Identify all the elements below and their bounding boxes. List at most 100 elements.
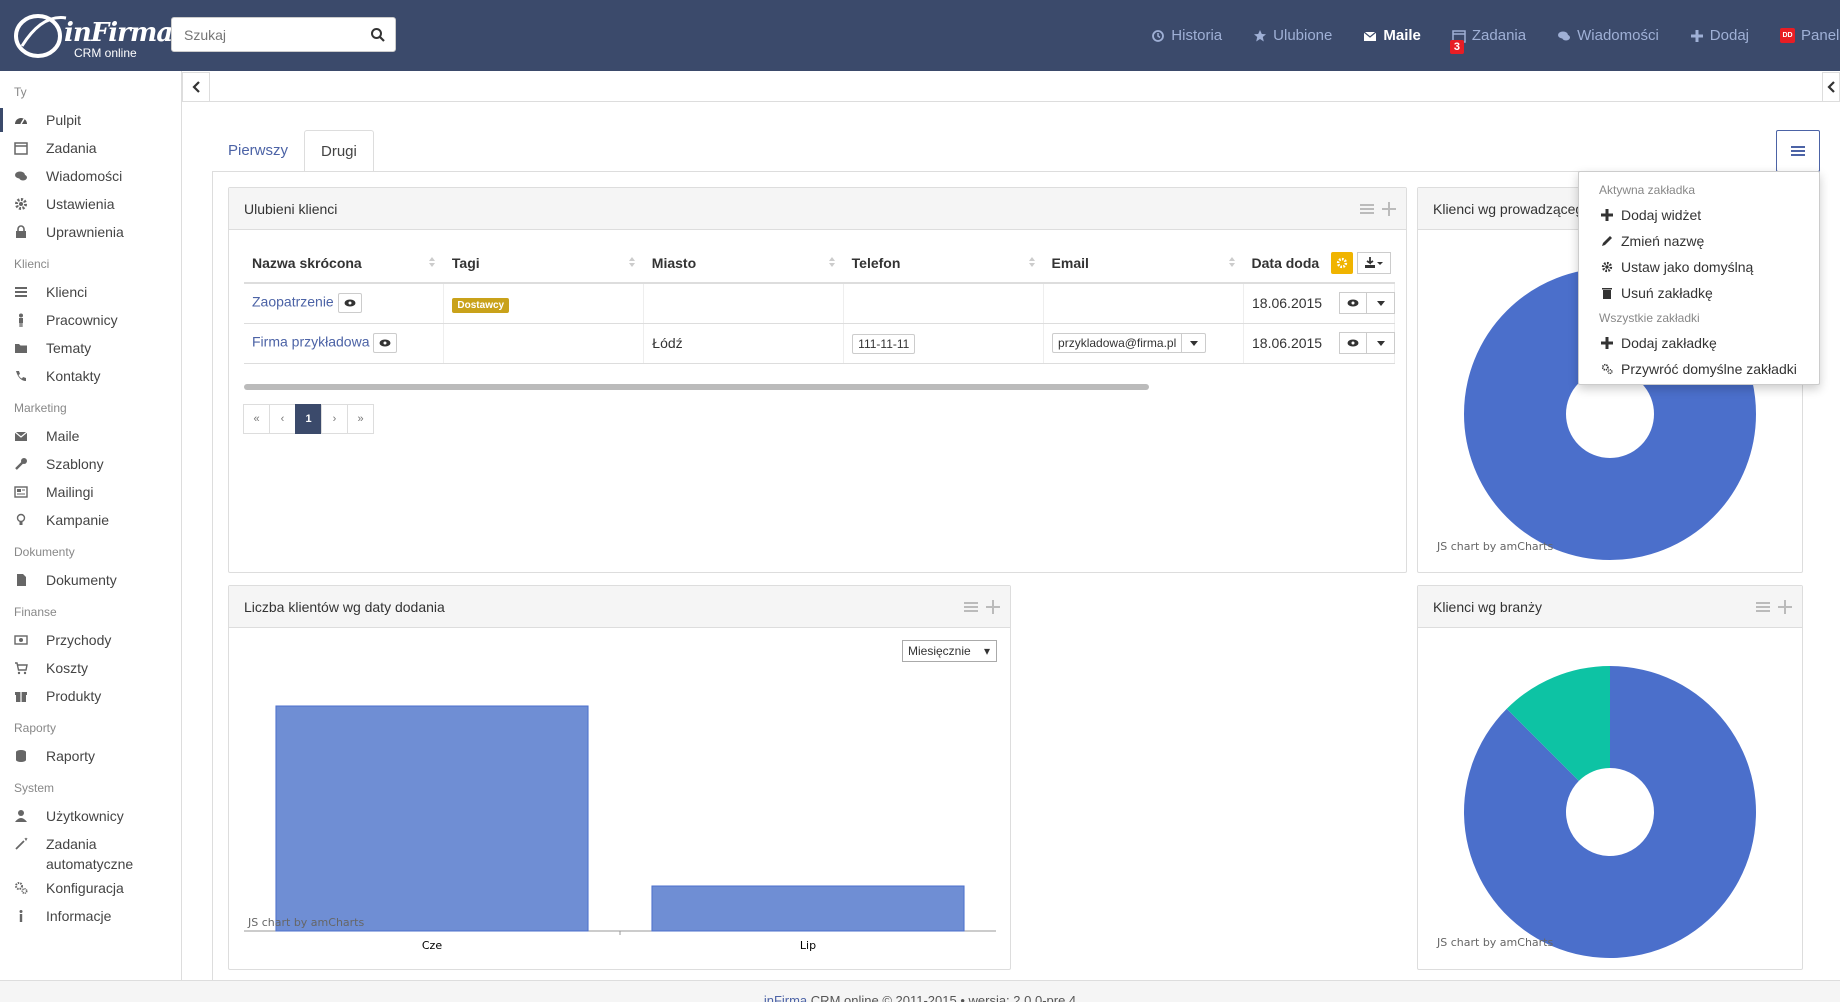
- row-menu-button[interactable]: [1367, 332, 1395, 354]
- widget-move-icon[interactable]: [1778, 600, 1792, 614]
- row-menu-button[interactable]: [1367, 292, 1395, 314]
- nav-wiadomosci[interactable]: Wiadomości: [1557, 27, 1659, 44]
- col-header[interactable]: Nazwa skrócona: [244, 243, 444, 284]
- sidebar-item-label: Produkty: [46, 688, 102, 704]
- client-link[interactable]: Firma przykładowa: [252, 334, 369, 350]
- sidebar-item-zadania[interactable]: Zadania: [0, 134, 181, 162]
- email-dropdown[interactable]: przykladowa@firma.pl: [1052, 333, 1207, 353]
- sidebar-item-ustawienia[interactable]: Ustawienia: [0, 190, 181, 218]
- tag-badge[interactable]: Dostawcy: [452, 298, 510, 314]
- pager-last[interactable]: »: [347, 404, 374, 434]
- chevron-left-icon: [1827, 81, 1835, 93]
- col-header[interactable]: Email: [1043, 243, 1244, 284]
- widget-move-icon[interactable]: [1382, 202, 1396, 216]
- sidebar-item-pracownicy[interactable]: Pracownicy: [0, 306, 181, 334]
- nav-panel[interactable]: DD Panel: [1780, 27, 1840, 44]
- comments-icon: [1558, 31, 1571, 40]
- widget-move-icon[interactable]: [986, 600, 1000, 614]
- tab-drugi[interactable]: Drugi: [304, 130, 374, 172]
- sidebar-item-label: Raporty: [46, 748, 96, 764]
- amcharts-credit[interactable]: JS chart by amCharts: [1437, 540, 1553, 553]
- phone-value[interactable]: 111-11-11: [852, 334, 916, 354]
- menu-rename[interactable]: Zmień nazwę: [1579, 228, 1819, 254]
- eye-icon: [1347, 299, 1359, 307]
- sidebar-item-uprawnienia[interactable]: Uprawnienia: [0, 218, 181, 246]
- nav-panel-label: Panel: [1801, 27, 1840, 44]
- sidebar-item-label: Maile: [46, 428, 80, 444]
- pager-first[interactable]: «: [243, 404, 270, 434]
- nav-ulubione[interactable]: Ulubione: [1253, 27, 1332, 44]
- sidebar-item-mailingi[interactable]: Mailingi: [0, 478, 181, 506]
- sidebar-item-kontakty[interactable]: Kontakty: [0, 362, 181, 390]
- sidebar-item-wiadomosci[interactable]: Wiadomości: [0, 162, 181, 190]
- menu-restore-tabs[interactable]: Przywróć domyślne zakładki: [1579, 356, 1819, 382]
- sidebar-item-konfiguracja[interactable]: Konfiguracja: [0, 874, 181, 902]
- sidebar: Ty Pulpit Zadania Wiadomości Ustawienia …: [0, 71, 182, 980]
- export-button[interactable]: [1357, 252, 1391, 274]
- nav-historia[interactable]: Historia: [1151, 27, 1222, 44]
- sidebar-collapse-button[interactable]: [182, 72, 210, 102]
- horizontal-scrollbar[interactable]: [244, 384, 1149, 390]
- bar[interactable]: [651, 885, 965, 932]
- sidebar-item-pulpit[interactable]: Pulpit: [0, 106, 181, 134]
- menu-delete-tab[interactable]: Usuń zakładkę: [1579, 280, 1819, 306]
- menu-add-widget[interactable]: Dodaj widżet: [1579, 202, 1819, 228]
- sidebar-item-klienci[interactable]: Klienci: [0, 278, 181, 306]
- bar[interactable]: [275, 705, 589, 932]
- period-select[interactable]: Miesięcznie ▾: [902, 640, 997, 662]
- user-icon: [15, 810, 27, 822]
- tab-pierwszy[interactable]: Pierwszy: [212, 130, 304, 172]
- widget-menu-icon[interactable]: [1360, 202, 1374, 216]
- sidebar-item-maile[interactable]: Maile: [0, 422, 181, 450]
- brand-sub: CRM online: [74, 46, 137, 60]
- sidebar-item-koszty[interactable]: Koszty: [0, 654, 181, 682]
- client-link[interactable]: Zaopatrzenie: [252, 294, 334, 310]
- preview-button[interactable]: [373, 333, 398, 353]
- footer-brand-link[interactable]: inFirma: [764, 993, 807, 1002]
- col-header[interactable]: Tagi: [443, 243, 644, 284]
- sidebar-item-zadania-automatyczne[interactable]: Zadania automatyczne: [0, 830, 181, 874]
- tab-menu-button[interactable]: [1776, 130, 1820, 172]
- widget-menu-icon[interactable]: [1756, 600, 1770, 614]
- logo[interactable]: inFirma CRM online: [12, 8, 173, 62]
- nav-maile[interactable]: Maile: [1363, 27, 1421, 44]
- sidebar-item-dokumenty[interactable]: Dokumenty: [0, 566, 181, 594]
- search-input[interactable]: [172, 18, 357, 51]
- table-settings-button[interactable]: [1331, 252, 1353, 274]
- cell-tag: Dostawcy: [443, 283, 645, 324]
- table-row: Zaopatrzenie Dostawcy 18.06.2015: [244, 283, 1395, 324]
- nav-zadania[interactable]: Zadania 3: [1449, 27, 1526, 54]
- sidebar-item-szablony[interactable]: Szablony: [0, 450, 181, 478]
- row-view-button[interactable]: [1339, 292, 1367, 314]
- search-icon[interactable]: [370, 27, 386, 43]
- amcharts-credit[interactable]: JS chart by amCharts: [1437, 936, 1553, 949]
- nav-maile-label: Maile: [1383, 27, 1421, 44]
- sidebar-item-tematy[interactable]: Tematy: [0, 334, 181, 362]
- sidebar-item-label: Pulpit: [46, 112, 82, 128]
- sidebar-item-kampanie[interactable]: Kampanie: [0, 506, 181, 534]
- sidebar-item-informacje[interactable]: Informacje: [0, 902, 181, 930]
- preview-button[interactable]: [337, 293, 362, 314]
- comments-icon: [15, 171, 27, 181]
- pager-next[interactable]: ›: [321, 404, 348, 434]
- pager-page[interactable]: 1: [295, 404, 322, 434]
- row-view-button[interactable]: [1339, 332, 1367, 354]
- pager-prev[interactable]: ‹: [269, 404, 296, 434]
- widget-menu-icon[interactable]: [964, 600, 978, 614]
- amcharts-credit[interactable]: JS chart by amCharts: [248, 916, 364, 929]
- nav-dodaj[interactable]: Dodaj: [1690, 27, 1749, 44]
- sidebar-item-przychody[interactable]: Przychody: [0, 626, 181, 654]
- sidebar-item-uzytkownicy[interactable]: Użytkownicy: [0, 802, 181, 830]
- nav-historia-label: Historia: [1171, 27, 1223, 44]
- x-tick-label: Cze: [422, 939, 442, 952]
- sidebar-item-raporty[interactable]: Raporty: [0, 742, 181, 770]
- col-header[interactable]: Miasto: [643, 243, 844, 284]
- menu-set-default[interactable]: Ustaw jako domyślną: [1579, 254, 1819, 280]
- pencil-icon: [1602, 236, 1612, 246]
- col-header[interactable]: Telefon: [843, 243, 1044, 284]
- right-panel-toggle[interactable]: [1822, 72, 1840, 102]
- top-navbar: inFirma CRM online Historia Ulubione Mai…: [0, 0, 1840, 71]
- sidebar-section-dokumenty: Dokumenty: [14, 545, 75, 559]
- sidebar-item-produkty[interactable]: Produkty: [0, 682, 181, 710]
- menu-add-tab[interactable]: Dodaj zakładkę: [1579, 330, 1819, 356]
